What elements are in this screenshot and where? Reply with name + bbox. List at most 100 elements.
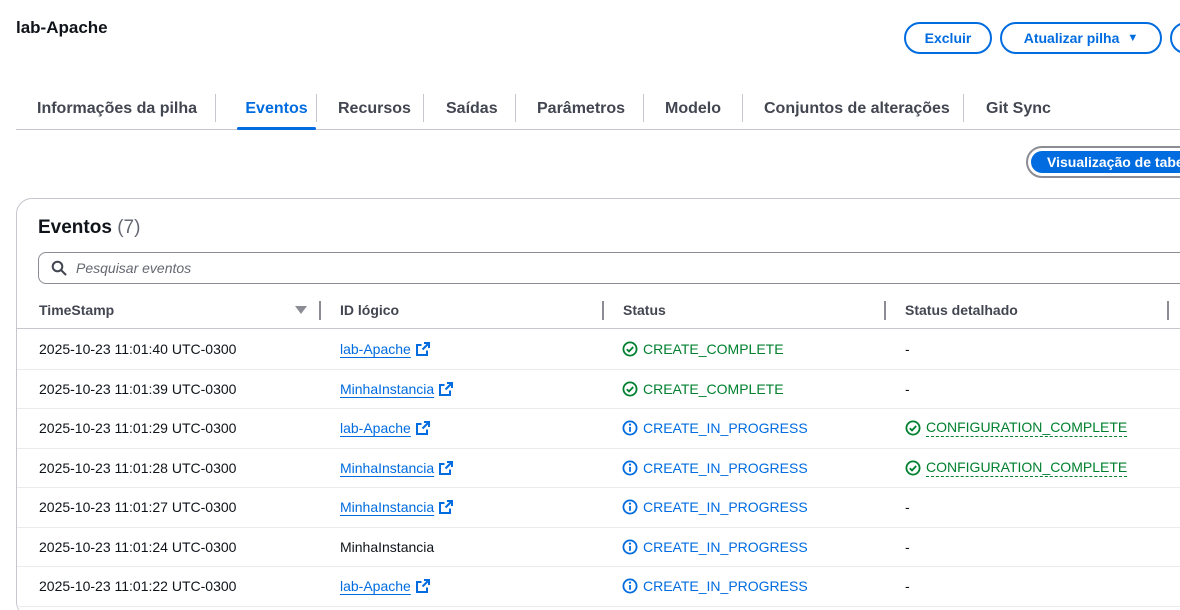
status-indicator: CREATE_COMPLETE bbox=[622, 341, 784, 357]
status-detail-text: - bbox=[905, 578, 910, 595]
status-text: CREATE_IN_PROGRESS bbox=[643, 459, 808, 476]
tab-outputs[interactable]: Saídas bbox=[446, 88, 498, 129]
column-header-logical-id[interactable]: ID lógico bbox=[340, 291, 399, 329]
tab-bar: Informações da pilha Eventos Recursos Sa… bbox=[16, 88, 1180, 130]
tab-divider bbox=[316, 94, 317, 122]
logical-id-cell: MinhaInstancia bbox=[340, 488, 454, 527]
status-detail-text: - bbox=[905, 499, 910, 516]
table-row: 2025-10-23 11:01:27 UTC-0300 MinhaInstanc… bbox=[17, 488, 1180, 528]
logical-id-cell: MinhaInstancia bbox=[340, 370, 454, 409]
tab-divider bbox=[423, 94, 424, 122]
external-link-icon bbox=[415, 342, 430, 357]
status-cell: CREATE_IN_PROGRESS bbox=[622, 528, 808, 567]
caret-down-icon: ▼ bbox=[1127, 32, 1139, 44]
external-link-icon bbox=[415, 421, 430, 436]
success-check-icon bbox=[905, 420, 921, 436]
stack-title: lab-Apache bbox=[16, 18, 108, 37]
delete-button[interactable]: Excluir bbox=[904, 22, 992, 54]
column-resizer[interactable] bbox=[884, 301, 886, 320]
status-indicator: CREATE_COMPLETE bbox=[622, 381, 784, 397]
external-link-icon bbox=[415, 579, 430, 594]
status-detail-cell: CONFIGURATION_COMPLETE bbox=[905, 449, 1128, 488]
logical-id-link[interactable]: MinhaInstancia bbox=[340, 460, 434, 476]
tab-change-sets[interactable]: Conjuntos de alterações bbox=[764, 88, 950, 129]
status-text: CREATE_IN_PROGRESS bbox=[643, 538, 808, 555]
success-check-icon bbox=[622, 381, 638, 397]
logical-id-cell: MinhaInstancia bbox=[340, 528, 434, 567]
logical-id-text: MinhaInstancia bbox=[340, 538, 435, 555]
tab-git-sync[interactable]: Git Sync bbox=[986, 88, 1051, 129]
logical-id-link[interactable]: MinhaInstancia bbox=[340, 499, 434, 515]
table-view-button[interactable]: Visualização de tabela bbox=[1031, 151, 1180, 173]
column-resizer[interactable] bbox=[319, 301, 321, 320]
column-header-status[interactable]: Status bbox=[623, 291, 666, 329]
column-resizer[interactable] bbox=[602, 301, 604, 320]
status-text: CREATE_COMPLETE bbox=[643, 341, 784, 358]
column-header-timestamp[interactable]: TimeStamp bbox=[39, 291, 114, 329]
tab-divider bbox=[742, 94, 743, 122]
status-detail-cell: - bbox=[905, 370, 910, 409]
column-resizer[interactable] bbox=[1167, 301, 1169, 320]
status-indicator: CREATE_IN_PROGRESS bbox=[622, 420, 808, 436]
tab-events-label: Eventos bbox=[245, 99, 308, 117]
column-header-status-detail[interactable]: Status detalhado bbox=[905, 291, 1018, 329]
external-link-icon bbox=[439, 381, 454, 396]
timestamp-cell: 2025-10-23 11:01:29 UTC-0300 bbox=[39, 420, 237, 437]
status-detail-indicator[interactable]: CONFIGURATION_COMPLETE bbox=[905, 419, 1128, 438]
table-row: 2025-10-23 11:01:22 UTC-0300 lab-Apache CR… bbox=[17, 567, 1180, 607]
tab-stack-info[interactable]: Informações da pilha bbox=[37, 88, 197, 129]
info-icon bbox=[622, 420, 638, 436]
view-toggle: Visualização de tabela bbox=[1026, 146, 1180, 178]
info-icon bbox=[622, 499, 638, 515]
status-detail-cell: - bbox=[905, 488, 910, 527]
search-box bbox=[38, 252, 1180, 284]
more-actions-button[interactable] bbox=[1170, 22, 1180, 54]
tab-divider bbox=[643, 94, 644, 122]
status-text: CREATE_COMPLETE bbox=[643, 380, 784, 397]
tab-divider bbox=[515, 94, 516, 122]
table-row: 2025-10-23 11:01:28 UTC-0300 MinhaInstanc… bbox=[17, 449, 1180, 488]
status-detail-text: CONFIGURATION_COMPLETE bbox=[926, 458, 1128, 477]
tab-parameters[interactable]: Parâmetros bbox=[537, 88, 625, 129]
logical-id-cell: lab-Apache bbox=[340, 409, 431, 448]
events-panel: Eventos (7) TimeStamp ID lógico Status S… bbox=[16, 198, 1180, 610]
table-row: 2025-10-23 11:01:39 UTC-0300 MinhaInstanc… bbox=[17, 370, 1180, 409]
info-icon bbox=[622, 460, 638, 476]
search-icon bbox=[51, 260, 67, 276]
status-indicator: CREATE_IN_PROGRESS bbox=[622, 499, 808, 515]
timestamp-cell: 2025-10-23 11:01:22 UTC-0300 bbox=[39, 578, 237, 595]
logical-id-cell: lab-Apache bbox=[340, 330, 431, 369]
delete-button-label: Excluir bbox=[924, 30, 972, 46]
logical-id-link[interactable]: MinhaInstancia bbox=[340, 381, 434, 397]
status-detail-indicator[interactable]: CONFIGURATION_COMPLETE bbox=[905, 458, 1128, 477]
status-text: CREATE_IN_PROGRESS bbox=[643, 420, 808, 437]
timestamp-cell: 2025-10-23 11:01:27 UTC-0300 bbox=[39, 499, 237, 516]
success-check-icon bbox=[905, 460, 921, 476]
status-detail-cell: - bbox=[905, 528, 910, 567]
status-cell: CREATE_IN_PROGRESS bbox=[622, 449, 808, 488]
logical-id-cell: MinhaInstancia bbox=[340, 449, 454, 488]
status-detail-text: - bbox=[905, 380, 910, 397]
events-heading: Eventos (7) bbox=[38, 217, 140, 239]
sort-descending-icon[interactable] bbox=[295, 306, 307, 314]
update-stack-button[interactable]: Atualizar pilha ▼ bbox=[1000, 22, 1162, 54]
tab-template[interactable]: Modelo bbox=[665, 88, 721, 129]
external-link-icon bbox=[439, 500, 454, 515]
tab-events[interactable]: Eventos bbox=[237, 88, 316, 130]
status-detail-cell: - bbox=[905, 567, 910, 606]
status-detail-cell: - bbox=[905, 330, 910, 369]
success-check-icon bbox=[622, 341, 638, 357]
logical-id-cell: lab-Apache bbox=[340, 567, 431, 606]
update-stack-label: Atualizar pilha bbox=[1023, 30, 1120, 46]
logical-id-link[interactable]: lab-Apache bbox=[340, 341, 411, 357]
status-cell: CREATE_IN_PROGRESS bbox=[622, 409, 808, 448]
search-input[interactable] bbox=[76, 260, 576, 276]
tab-resources[interactable]: Recursos bbox=[338, 88, 411, 129]
status-text: CREATE_IN_PROGRESS bbox=[643, 578, 808, 595]
timestamp-cell: 2025-10-23 11:01:28 UTC-0300 bbox=[39, 459, 237, 476]
status-detail-text: CONFIGURATION_COMPLETE bbox=[926, 419, 1128, 438]
logical-id-link[interactable]: lab-Apache bbox=[340, 420, 411, 436]
logical-id-link[interactable]: lab-Apache bbox=[340, 578, 411, 594]
tab-divider bbox=[963, 94, 964, 122]
timestamp-cell: 2025-10-23 11:01:39 UTC-0300 bbox=[39, 380, 237, 397]
